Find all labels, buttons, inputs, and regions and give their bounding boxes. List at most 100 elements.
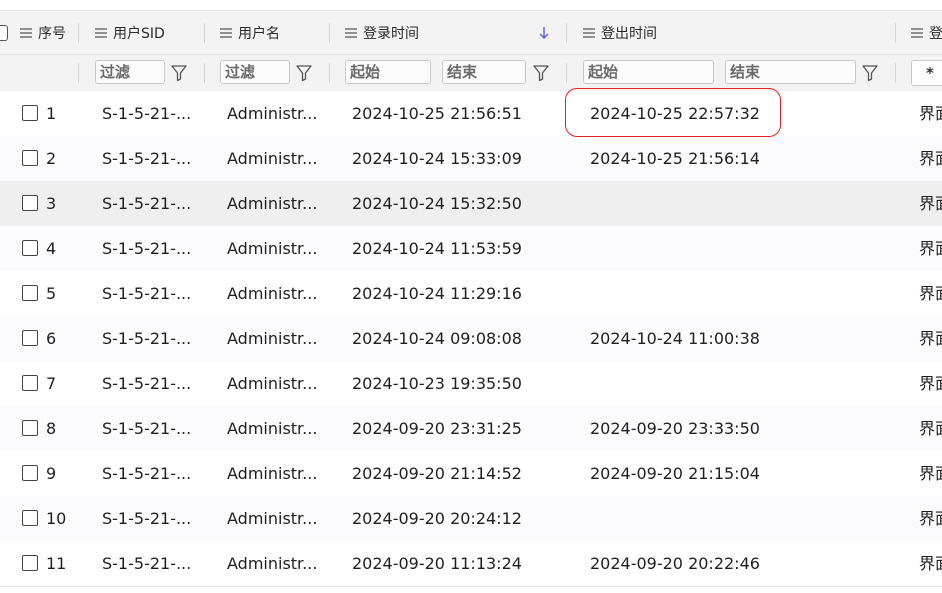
type-cell: 界面 [919,329,942,348]
type-cell: 界面 [919,284,942,303]
table-row[interactable]: 11 S-1-5-21-... Administr... 2024-09-20 11:… [0,541,942,587]
logout-start-input[interactable]: 起始 [583,60,714,84]
username-cell: Administr... [227,284,318,303]
row-checkbox[interactable] [22,420,38,436]
username-cell: Administr... [227,149,318,168]
row-number: 7 [46,374,57,393]
sid-filter-input[interactable]: 过滤 [220,60,290,84]
column-header-username[interactable]: 用户名 [220,11,280,55]
user-sid-cell: S-1-5-21-... [102,149,192,168]
column-header-logout-time[interactable]: 登出时间 [583,11,657,55]
username-cell: Administr... [227,554,318,573]
login-start-input[interactable]: 起始 [345,60,431,84]
row-number: 4 [46,239,57,258]
row-number: 3 [46,194,57,213]
logout-end-input[interactable]: 结束 [725,60,856,84]
column-header-label: 登 [929,26,942,42]
column-menu-icon[interactable] [345,28,357,38]
user-sid-cell: S-1-5-21-... [102,464,192,483]
row-number: 6 [46,329,57,348]
column-header-row: 序号 用户SID 用户名 登录时间 登出时间 登 [0,10,942,55]
login-time-cell: 2024-10-24 15:32:50 [352,194,522,213]
column-menu-icon[interactable] [583,28,595,38]
row-checkbox[interactable] [22,465,38,481]
table-row[interactable]: 7 S-1-5-21-... Administr... 2024-10-23 19:3… [0,361,942,407]
filter-icon[interactable] [171,64,187,82]
login-time-cell: 2024-10-25 21:56:51 [352,104,522,123]
table-row[interactable]: 10 S-1-5-21-... Administr... 2024-09-20 20:… [0,496,942,542]
table-row[interactable]: 4 S-1-5-21-... Administr... 2024-10-24 11:5… [0,226,942,272]
row-number: 5 [46,284,57,303]
type-cell: 界面 [919,374,942,393]
table-row[interactable]: 3 S-1-5-21-... Administr... 2024-10-24 15:3… [0,181,942,227]
row-number: 2 [46,149,57,168]
username-cell: Administr... [227,509,318,528]
filter-icon[interactable] [862,64,878,82]
column-header-seq[interactable]: 序号 [20,11,66,55]
column-divider [329,63,330,83]
login-time-cell: 2024-10-24 15:33:09 [352,149,522,168]
username-cell: Administr... [227,464,318,483]
column-divider[interactable] [566,23,567,43]
row-checkbox[interactable] [22,330,38,346]
type-filter-select[interactable]: * [911,60,942,86]
column-divider[interactable] [895,23,896,43]
type-cell: 界面 [919,239,942,258]
login-end-input[interactable]: 结束 [442,60,526,84]
column-header-sid[interactable]: 用户SID [95,11,165,55]
table-row[interactable]: 5 S-1-5-21-... Administr... 2024-10-24 11:2… [0,271,942,317]
column-header-type[interactable]: 登 [911,11,942,55]
column-header-label: 登出时间 [601,26,657,42]
logout-time-cell: 2024-09-20 23:33:50 [590,419,760,438]
column-header-login-time[interactable]: 登录时间 [345,11,419,55]
seq-filter-input[interactable]: 过滤 [95,60,165,84]
column-divider[interactable] [78,23,79,43]
login-time-cell: 2024-09-20 20:24:12 [352,509,522,528]
row-checkbox[interactable] [22,375,38,391]
column-menu-icon[interactable] [220,28,232,38]
username-cell: Administr... [227,194,318,213]
sort-descending-icon[interactable] [538,26,550,40]
logout-time-cell: 2024-09-20 20:22:46 [590,554,760,573]
column-divider[interactable] [329,23,330,43]
login-time-cell: 2024-10-24 09:08:08 [352,329,522,348]
row-checkbox[interactable] [22,555,38,571]
column-header-label: 用户SID [113,26,165,42]
username-cell: Administr... [227,239,318,258]
logout-time-cell: 2024-10-25 22:57:32 [590,104,760,123]
row-number: 1 [46,104,57,123]
table-row[interactable]: 9 S-1-5-21-... Administr... 2024-09-20 21:1… [0,451,942,497]
column-divider [566,63,567,83]
filter-icon[interactable] [296,64,312,82]
column-menu-icon[interactable] [911,28,923,38]
row-number: 10 [46,509,67,528]
row-checkbox[interactable] [22,240,38,256]
row-number: 11 [46,554,67,573]
table-row[interactable]: 2 S-1-5-21-... Administr... 2024-10-24 15:3… [0,136,942,182]
row-checkbox[interactable] [22,195,38,211]
select-all-checkbox[interactable] [0,25,8,41]
column-header-label: 用户名 [238,26,280,42]
column-menu-icon[interactable] [95,28,107,38]
type-cell: 界面 [919,149,942,168]
user-sid-cell: S-1-5-21-... [102,104,192,123]
table-row[interactable]: 6 S-1-5-21-... Administr... 2024-10-24 09:0… [0,316,942,362]
username-cell: Administr... [227,329,318,348]
filter-icon[interactable] [533,64,549,82]
login-time-cell: 2024-09-20 21:14:52 [352,464,522,483]
logout-time-cell: 2024-09-20 21:15:04 [590,464,760,483]
column-divider[interactable] [204,23,205,43]
row-checkbox[interactable] [22,150,38,166]
row-checkbox[interactable] [22,105,38,121]
table-row[interactable]: 8 S-1-5-21-... Administr... 2024-09-20 23:3… [0,406,942,452]
type-cell: 界面 [919,104,942,123]
row-checkbox[interactable] [22,285,38,301]
column-header-label: 登录时间 [363,26,419,42]
row-checkbox[interactable] [22,510,38,526]
user-sid-cell: S-1-5-21-... [102,419,192,438]
username-cell: Administr... [227,374,318,393]
column-menu-icon[interactable] [20,28,32,38]
table-row[interactable]: 1 S-1-5-21-... Administr... 2024-10-25 21:5… [0,91,942,137]
column-header-label: 序号 [38,26,66,42]
user-sid-cell: S-1-5-21-... [102,509,192,528]
